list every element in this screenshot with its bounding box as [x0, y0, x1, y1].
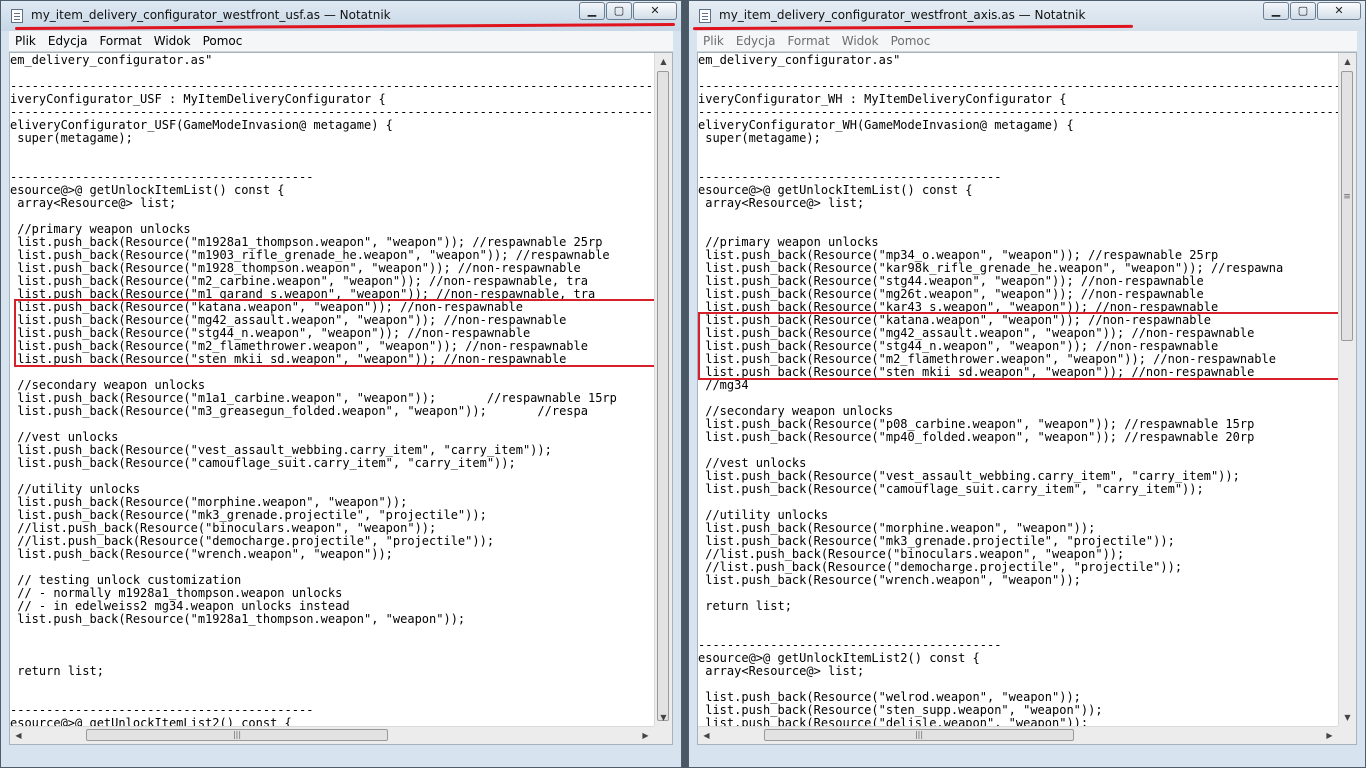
text-editor-area[interactable]: em_delivery_configurator.as" ------------…: [9, 52, 673, 745]
code-text[interactable]: em_delivery_configurator.as" ------------…: [10, 53, 654, 727]
notepad-window-axis: my_item_delivery_configurator_westfront_…: [688, 0, 1366, 768]
menu-plik[interactable]: Plik: [9, 31, 42, 48]
code-line: esource@>@ getUnlockItemList2() const {: [10, 716, 292, 727]
maximize-button[interactable]: ▢: [1290, 2, 1316, 20]
scroll-up-arrow-icon[interactable]: ▲: [655, 53, 672, 70]
scrollbar-corner: [654, 726, 672, 744]
horizontal-scroll-thumb[interactable]: |||: [764, 729, 1074, 741]
vertical-scrollbar[interactable]: ▲ ▼: [654, 53, 672, 726]
maximize-button[interactable]: ▢: [606, 2, 632, 20]
minimize-button[interactable]: ▁: [579, 2, 605, 20]
code-line: list.push_back(Resource("sten_mkii_sd.we…: [10, 352, 567, 366]
window-title: my_item_delivery_configurator_westfront_…: [31, 8, 391, 22]
scroll-up-arrow-icon[interactable]: ▲: [1339, 53, 1356, 70]
code-line: list.push_back(Resource("m1928a1_thompso…: [10, 612, 466, 626]
horizontal-scrollbar[interactable]: ◀ ||| ▶: [698, 726, 1338, 744]
code-line: em_delivery_configurator.as": [698, 53, 901, 67]
code-line: super(metagame);: [10, 131, 133, 145]
code-text[interactable]: em_delivery_configurator.as" ------------…: [698, 53, 1338, 727]
code-line: return list;: [698, 599, 792, 613]
code-line: return list;: [10, 664, 104, 678]
code-line: list.push_back(Resource("wrench.weapon",…: [10, 547, 393, 561]
close-button[interactable]: ✕: [633, 2, 677, 20]
code-line: list.push_back(Resource("delisle.weapon"…: [698, 716, 1089, 727]
menu-format[interactable]: Format: [93, 31, 147, 48]
code-line: list.push_back(Resource("camouflage_suit…: [698, 482, 1204, 496]
code-line: list.push_back(Resource("camouflage_suit…: [10, 456, 516, 470]
code-line: //mg34: [698, 378, 749, 392]
scroll-down-arrow-icon[interactable]: ▼: [655, 709, 672, 726]
code-line: em_delivery_configurator.as": [10, 53, 213, 67]
menu-pomoc[interactable]: Pomoc: [885, 31, 937, 48]
code-line: list.push_back(Resource("mp40_folded.wea…: [698, 430, 1255, 444]
code-line: array<Resource@> list;: [10, 196, 177, 210]
menu-widok[interactable]: Widok: [836, 31, 885, 48]
notepad-window-usf: my_item_delivery_configurator_westfront_…: [0, 0, 682, 768]
vertical-scroll-thumb[interactable]: [657, 71, 669, 721]
scroll-left-arrow-icon[interactable]: ◀: [698, 727, 715, 744]
red-underline-annotation: [692, 24, 1134, 31]
notepad-icon: [11, 9, 23, 23]
code-line: list.push_back(Resource("sten_mkii_sd.we…: [698, 365, 1255, 379]
menu-format[interactable]: Format: [781, 31, 835, 48]
menu-edycja[interactable]: Edycja: [730, 31, 782, 48]
horizontal-scrollbar[interactable]: ◀ ||| ▶: [10, 726, 654, 744]
title-bar[interactable]: my_item_delivery_configurator_westfront_…: [1, 1, 681, 31]
code-line: super(metagame);: [698, 131, 821, 145]
scroll-left-arrow-icon[interactable]: ◀: [10, 727, 27, 744]
menu-plik[interactable]: Plik: [697, 31, 730, 48]
scrollbar-corner: [1338, 726, 1356, 744]
menu-bar: Plik Edycja Format Widok Pomoc: [697, 31, 1357, 52]
scroll-right-arrow-icon[interactable]: ▶: [1321, 727, 1338, 744]
code-line: array<Resource@> list;: [698, 664, 865, 678]
close-button[interactable]: ✕: [1317, 2, 1361, 20]
vertical-scroll-thumb[interactable]: ≡: [1341, 71, 1353, 341]
code-line: array<Resource@> list;: [698, 196, 865, 210]
scroll-down-arrow-icon[interactable]: ▼: [1339, 709, 1356, 726]
horizontal-scroll-thumb[interactable]: |||: [86, 729, 388, 741]
menu-bar: Plik Edycja Format Widok Pomoc: [9, 31, 673, 52]
text-editor-area[interactable]: em_delivery_configurator.as" ------------…: [697, 52, 1357, 745]
code-line: list.push_back(Resource("m3_greasegun_fo…: [10, 404, 588, 418]
menu-edycja[interactable]: Edycja: [42, 31, 94, 48]
window-title: my_item_delivery_configurator_westfront_…: [719, 8, 1086, 22]
title-bar[interactable]: my_item_delivery_configurator_westfront_…: [689, 1, 1365, 31]
vertical-scrollbar[interactable]: ▲ ≡ ▼: [1338, 53, 1356, 726]
notepad-icon: [699, 9, 711, 23]
red-underline-annotation: [14, 22, 676, 31]
minimize-button[interactable]: ▁: [1263, 2, 1289, 20]
menu-widok[interactable]: Widok: [148, 31, 197, 48]
code-line: list.push_back(Resource("wrench.weapon",…: [698, 573, 1081, 587]
menu-pomoc[interactable]: Pomoc: [197, 31, 249, 48]
scroll-right-arrow-icon[interactable]: ▶: [637, 727, 654, 744]
